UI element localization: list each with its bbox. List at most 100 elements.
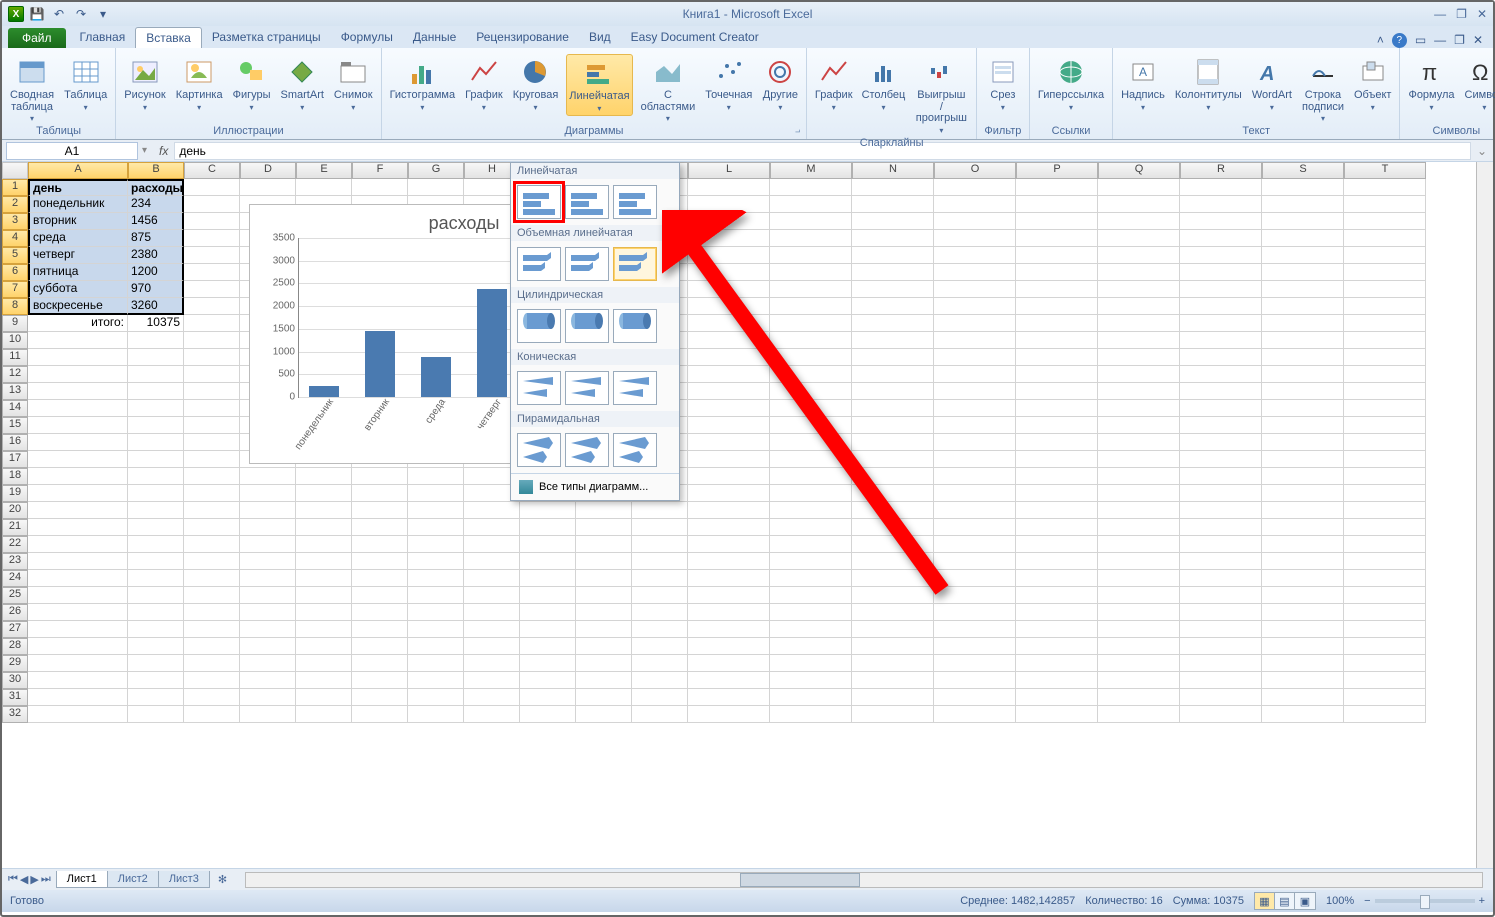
cell-N26[interactable] xyxy=(852,604,934,621)
cell-C2[interactable] xyxy=(184,196,240,213)
zoom-level[interactable]: 100% xyxy=(1326,895,1354,907)
ribbon-картинка[interactable]: Картинка▾ xyxy=(174,54,225,114)
cell-P4[interactable] xyxy=(1016,230,1098,247)
cell-P26[interactable] xyxy=(1016,604,1098,621)
cell-B7[interactable]: 970 xyxy=(128,281,184,298)
cell-C30[interactable] xyxy=(184,672,240,689)
cell-G29[interactable] xyxy=(408,655,464,672)
ribbon-надпись[interactable]: AНадпись▾ xyxy=(1119,54,1167,114)
cell-P20[interactable] xyxy=(1016,502,1098,519)
cell-Q10[interactable] xyxy=(1098,332,1180,349)
row-header-16[interactable]: 16 xyxy=(2,434,28,451)
maximize-icon[interactable]: ❐ xyxy=(1456,7,1467,21)
gallery-item-коническая-2[interactable] xyxy=(613,371,657,405)
cell-T21[interactable] xyxy=(1344,519,1426,536)
row-header-8[interactable]: 8 xyxy=(2,298,28,315)
cell-G27[interactable] xyxy=(408,621,464,638)
cell-R29[interactable] xyxy=(1180,655,1262,672)
cell-L31[interactable] xyxy=(688,689,770,706)
cell-B32[interactable] xyxy=(128,706,184,723)
col-header-N[interactable]: N xyxy=(852,162,934,179)
ribbon-tab-главная[interactable]: Главная xyxy=(70,27,136,48)
cell-A9[interactable]: итого: xyxy=(28,315,128,332)
ribbon-другие[interactable]: Другие▾ xyxy=(760,54,800,114)
cell-C13[interactable] xyxy=(184,383,240,400)
cell-M15[interactable] xyxy=(770,417,852,434)
cell-A14[interactable] xyxy=(28,400,128,417)
cell-I28[interactable] xyxy=(520,638,576,655)
cell-T18[interactable] xyxy=(1344,468,1426,485)
cell-O27[interactable] xyxy=(934,621,1016,638)
cell-H23[interactable] xyxy=(464,553,520,570)
row-header-26[interactable]: 26 xyxy=(2,604,28,621)
cell-O19[interactable] xyxy=(934,485,1016,502)
cell-O16[interactable] xyxy=(934,434,1016,451)
cell-F22[interactable] xyxy=(352,536,408,553)
cell-M6[interactable] xyxy=(770,264,852,281)
cell-O32[interactable] xyxy=(934,706,1016,723)
inner-maximize-icon[interactable]: ❐ xyxy=(1454,33,1465,48)
cell-H32[interactable] xyxy=(464,706,520,723)
cell-R4[interactable] xyxy=(1180,230,1262,247)
row-header-29[interactable]: 29 xyxy=(2,655,28,672)
cell-T29[interactable] xyxy=(1344,655,1426,672)
cell-H24[interactable] xyxy=(464,570,520,587)
cell-Q14[interactable] xyxy=(1098,400,1180,417)
row-header-10[interactable]: 10 xyxy=(2,332,28,349)
cell-R23[interactable] xyxy=(1180,553,1262,570)
col-header-E[interactable]: E xyxy=(296,162,352,179)
cell-O20[interactable] xyxy=(934,502,1016,519)
cell-P29[interactable] xyxy=(1016,655,1098,672)
cell-M8[interactable] xyxy=(770,298,852,315)
cell-S16[interactable] xyxy=(1262,434,1344,451)
cell-A29[interactable] xyxy=(28,655,128,672)
sheet-nav-2[interactable]: ▶ xyxy=(30,873,38,886)
cell-M16[interactable] xyxy=(770,434,852,451)
cell-J26[interactable] xyxy=(576,604,632,621)
cell-N8[interactable] xyxy=(852,298,934,315)
cell-B28[interactable] xyxy=(128,638,184,655)
cell-A32[interactable] xyxy=(28,706,128,723)
cell-I26[interactable] xyxy=(520,604,576,621)
cell-L32[interactable] xyxy=(688,706,770,723)
cell-N10[interactable] xyxy=(852,332,934,349)
row-header-7[interactable]: 7 xyxy=(2,281,28,298)
cell-B29[interactable] xyxy=(128,655,184,672)
cell-S1[interactable] xyxy=(1262,179,1344,196)
cell-F21[interactable] xyxy=(352,519,408,536)
cell-Q17[interactable] xyxy=(1098,451,1180,468)
window-restore-icon[interactable]: ▭ xyxy=(1415,33,1426,48)
cell-Q31[interactable] xyxy=(1098,689,1180,706)
col-header-F[interactable]: F xyxy=(352,162,408,179)
cell-I27[interactable] xyxy=(520,621,576,638)
cell-P16[interactable] xyxy=(1016,434,1098,451)
cell-L29[interactable] xyxy=(688,655,770,672)
ribbon-линейчатая[interactable]: Линейчатая▾ xyxy=(566,54,632,116)
cell-Q7[interactable] xyxy=(1098,281,1180,298)
cell-K30[interactable] xyxy=(632,672,688,689)
gallery-item-объемная-линейчатая-1[interactable] xyxy=(565,247,609,281)
close-icon[interactable]: ✕ xyxy=(1477,7,1487,21)
cell-A22[interactable] xyxy=(28,536,128,553)
col-header-S[interactable]: S xyxy=(1262,162,1344,179)
cell-N29[interactable] xyxy=(852,655,934,672)
cell-O18[interactable] xyxy=(934,468,1016,485)
cell-A12[interactable] xyxy=(28,366,128,383)
cell-O8[interactable] xyxy=(934,298,1016,315)
cell-G25[interactable] xyxy=(408,587,464,604)
cell-F24[interactable] xyxy=(352,570,408,587)
cell-A8[interactable]: воскресенье xyxy=(28,298,128,315)
cell-A20[interactable] xyxy=(28,502,128,519)
cell-Q24[interactable] xyxy=(1098,570,1180,587)
cell-B6[interactable]: 1200 xyxy=(128,264,184,281)
cell-R12[interactable] xyxy=(1180,366,1262,383)
cell-D25[interactable] xyxy=(240,587,296,604)
cell-N19[interactable] xyxy=(852,485,934,502)
cell-F28[interactable] xyxy=(352,638,408,655)
cell-M32[interactable] xyxy=(770,706,852,723)
cell-T23[interactable] xyxy=(1344,553,1426,570)
cell-P9[interactable] xyxy=(1016,315,1098,332)
cell-B2[interactable]: 234 xyxy=(128,196,184,213)
cell-Q3[interactable] xyxy=(1098,213,1180,230)
cell-R7[interactable] xyxy=(1180,281,1262,298)
